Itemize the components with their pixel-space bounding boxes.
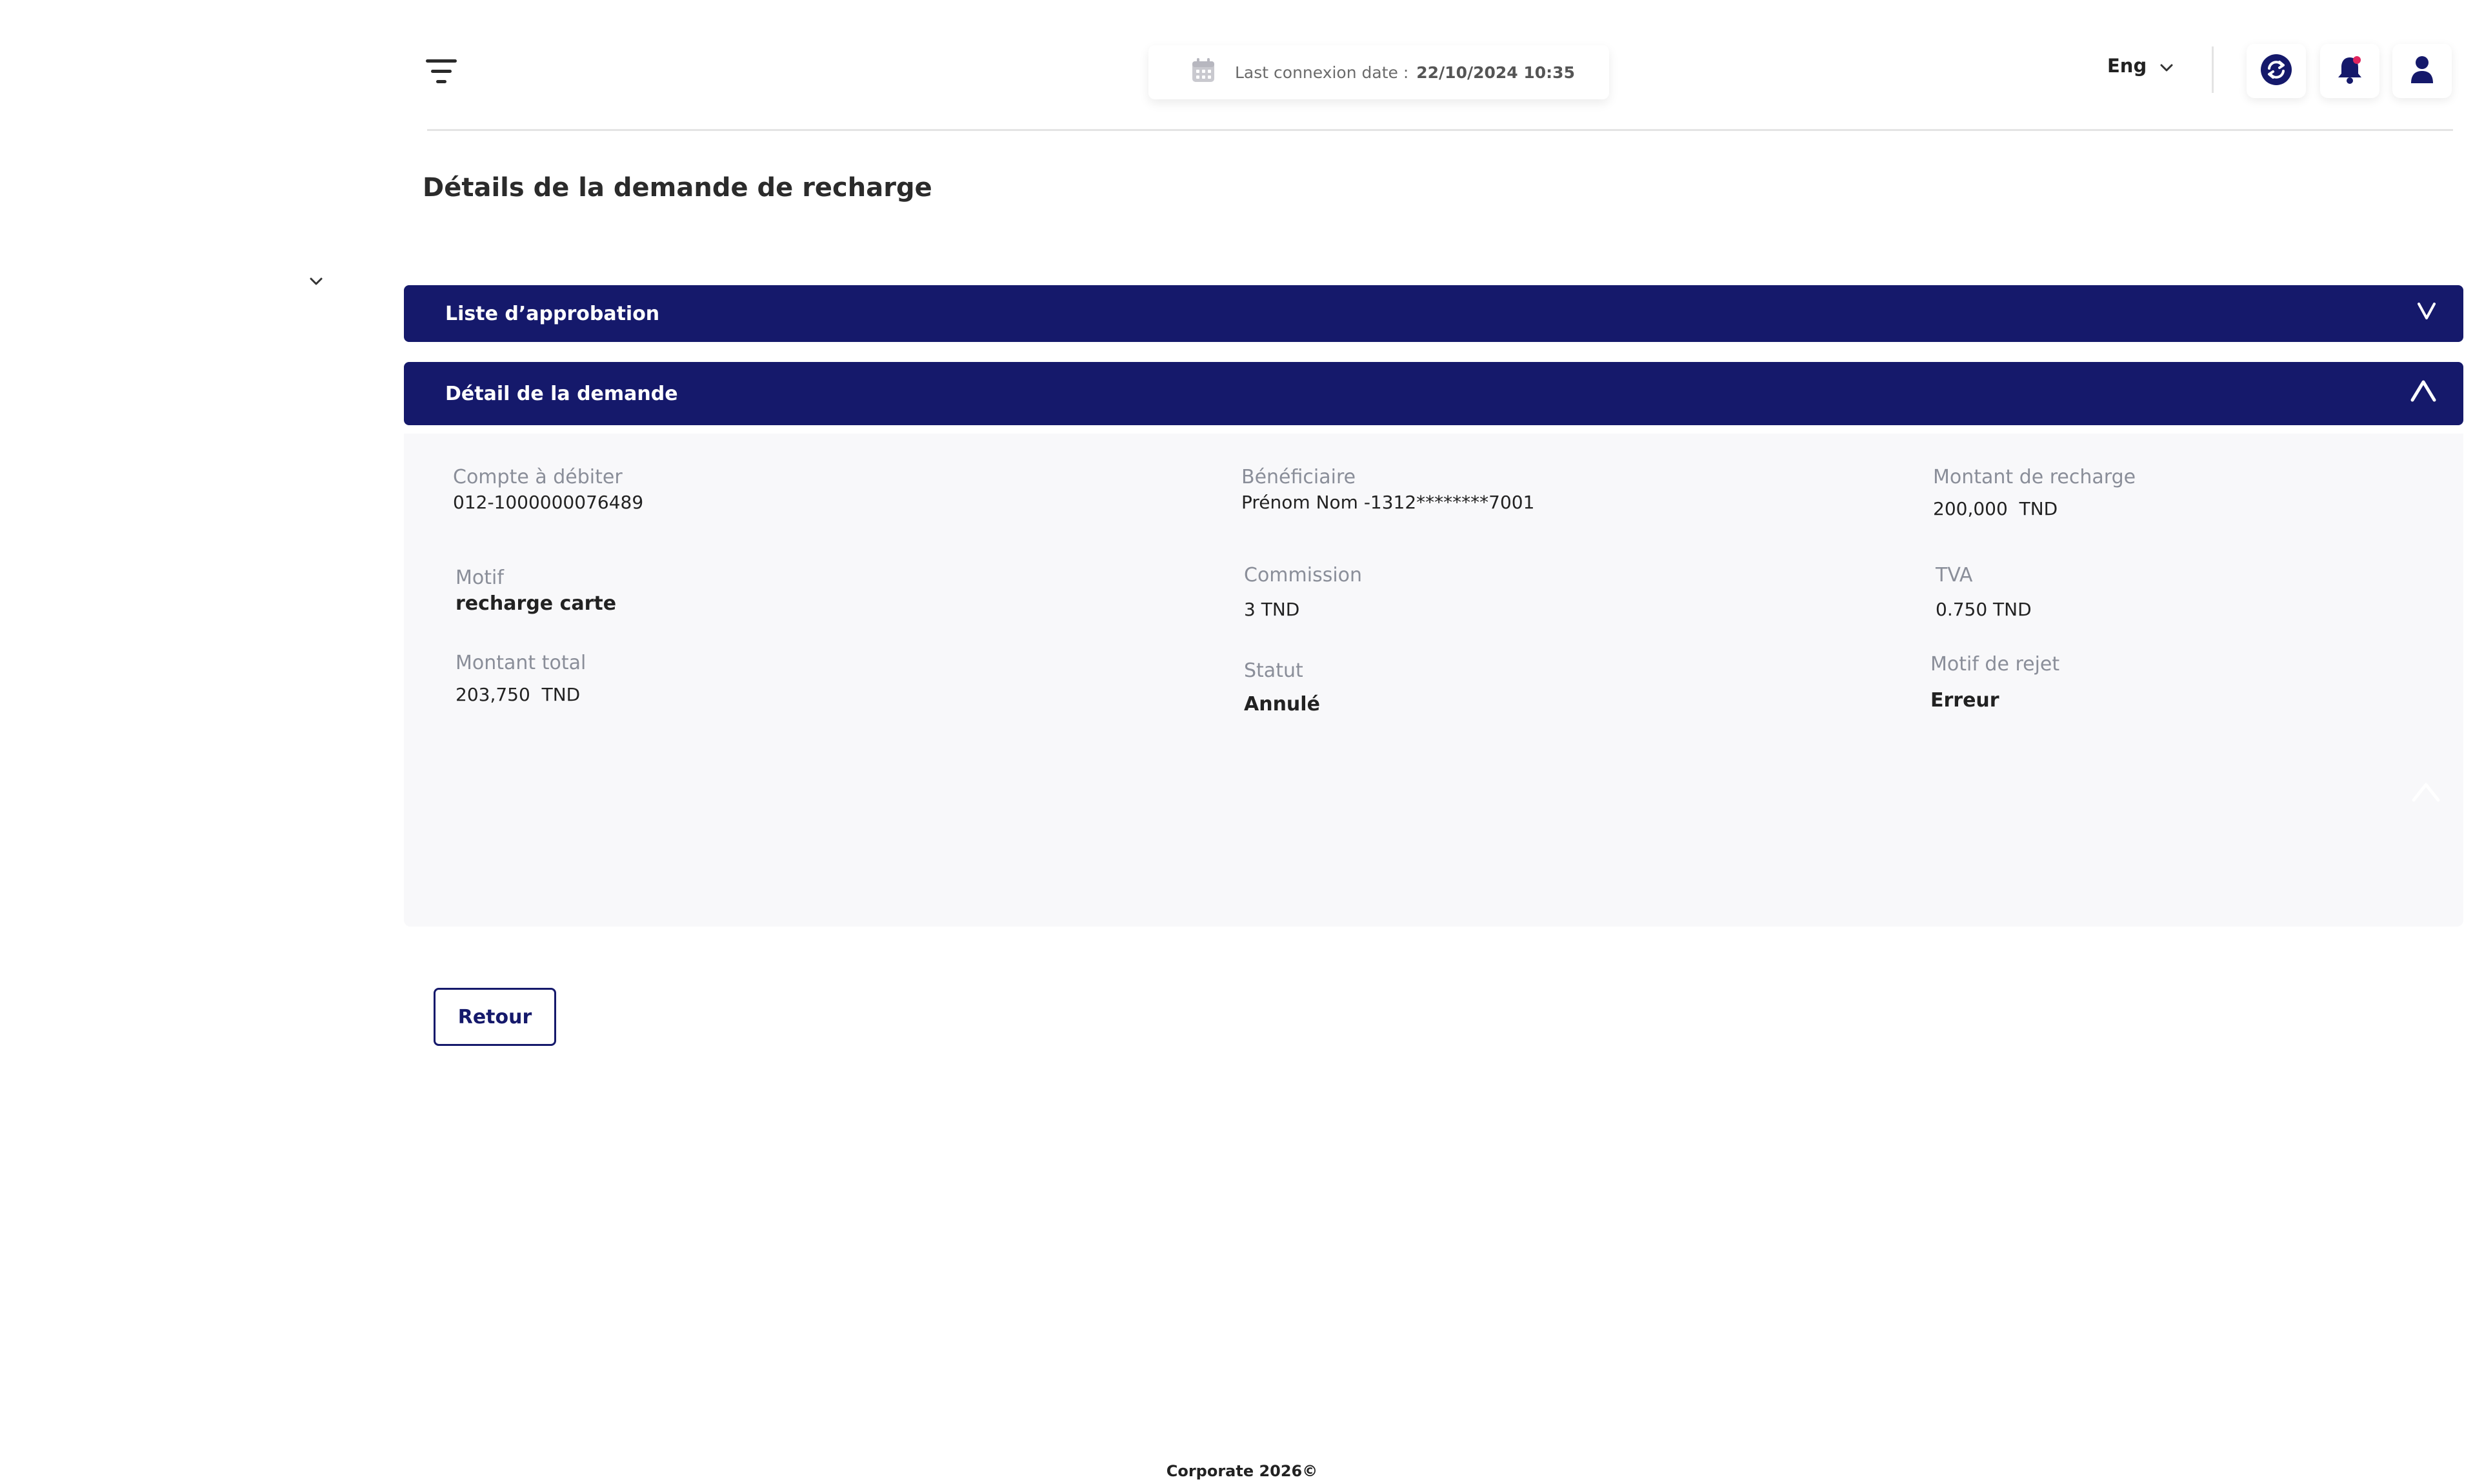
beneficiaire-label: Bénéficiaire: [1241, 466, 1356, 488]
beneficiaire-value: Prénom Nom -1312********7001: [1241, 492, 1535, 513]
approval-list-accordion[interactable]: Liste d’approbation: [404, 285, 2463, 342]
tva-label: TVA: [1936, 564, 1973, 587]
bell-icon: [2335, 54, 2365, 88]
montant-total-label: Montant total: [456, 652, 586, 674]
scroll-to-top-icon[interactable]: [2410, 779, 2442, 808]
chevron-down-icon: [2416, 300, 2438, 327]
header-divider: [2212, 46, 2214, 93]
chevron-down-icon: [2159, 55, 2174, 77]
menu-icon[interactable]: [426, 58, 457, 85]
last-connexion-box: Last connexion date : 22/10/2024 10:35: [1148, 45, 1609, 99]
sidebar-chevron-down-icon[interactable]: [308, 276, 324, 289]
calendar-icon: [1191, 57, 1216, 87]
compte-label: Compte à débiter: [453, 466, 623, 488]
motif-label: Motif: [456, 567, 504, 589]
header-divider-line: [427, 129, 2453, 131]
montant-total-value: 203,750 TND: [456, 684, 581, 705]
compte-value: 012-1000000076489: [453, 492, 644, 513]
tva-value: 0.750 TND: [1936, 599, 2032, 620]
commission-label: Commission: [1244, 564, 1363, 587]
motif-rejet-value: Erreur: [1930, 689, 1999, 712]
language-selector[interactable]: Eng: [2107, 50, 2174, 81]
last-connexion-label: Last connexion date :: [1235, 63, 1409, 82]
request-detail-panel: Compte à débiter 012-1000000076489 Bénéf…: [404, 434, 2463, 927]
montant-recharge-value: 200,000 TND: [1933, 498, 2058, 519]
montant-recharge-label: Montant de recharge: [1933, 466, 2136, 488]
footer-copyright: Corporate 2026©: [1166, 1462, 1318, 1480]
language-label: Eng: [2107, 55, 2147, 77]
motif-value: recharge carte: [456, 592, 617, 615]
notifications-button[interactable]: [2320, 44, 2379, 98]
user-icon: [2409, 55, 2435, 87]
last-connexion-date: 22/10/2024 10:35: [1416, 63, 1575, 82]
approval-list-title: Liste d’approbation: [445, 302, 660, 325]
statut-value: Annulé: [1244, 693, 1320, 716]
retour-button[interactable]: Retour: [434, 988, 556, 1046]
switch-account-button[interactable]: [2247, 44, 2306, 98]
request-detail-accordion[interactable]: Détail de la demande: [404, 362, 2463, 425]
statut-label: Statut: [1244, 659, 1303, 682]
user-profile-button[interactable]: [2392, 44, 2452, 98]
motif-rejet-label: Motif de rejet: [1930, 653, 2060, 676]
chevron-up-icon: [2409, 378, 2438, 409]
commission-value: 3 TND: [1244, 599, 1300, 620]
switch-account-icon: [2259, 53, 2293, 89]
request-detail-title: Détail de la demande: [445, 382, 678, 405]
page-title: Détails de la demande de recharge: [423, 173, 932, 203]
